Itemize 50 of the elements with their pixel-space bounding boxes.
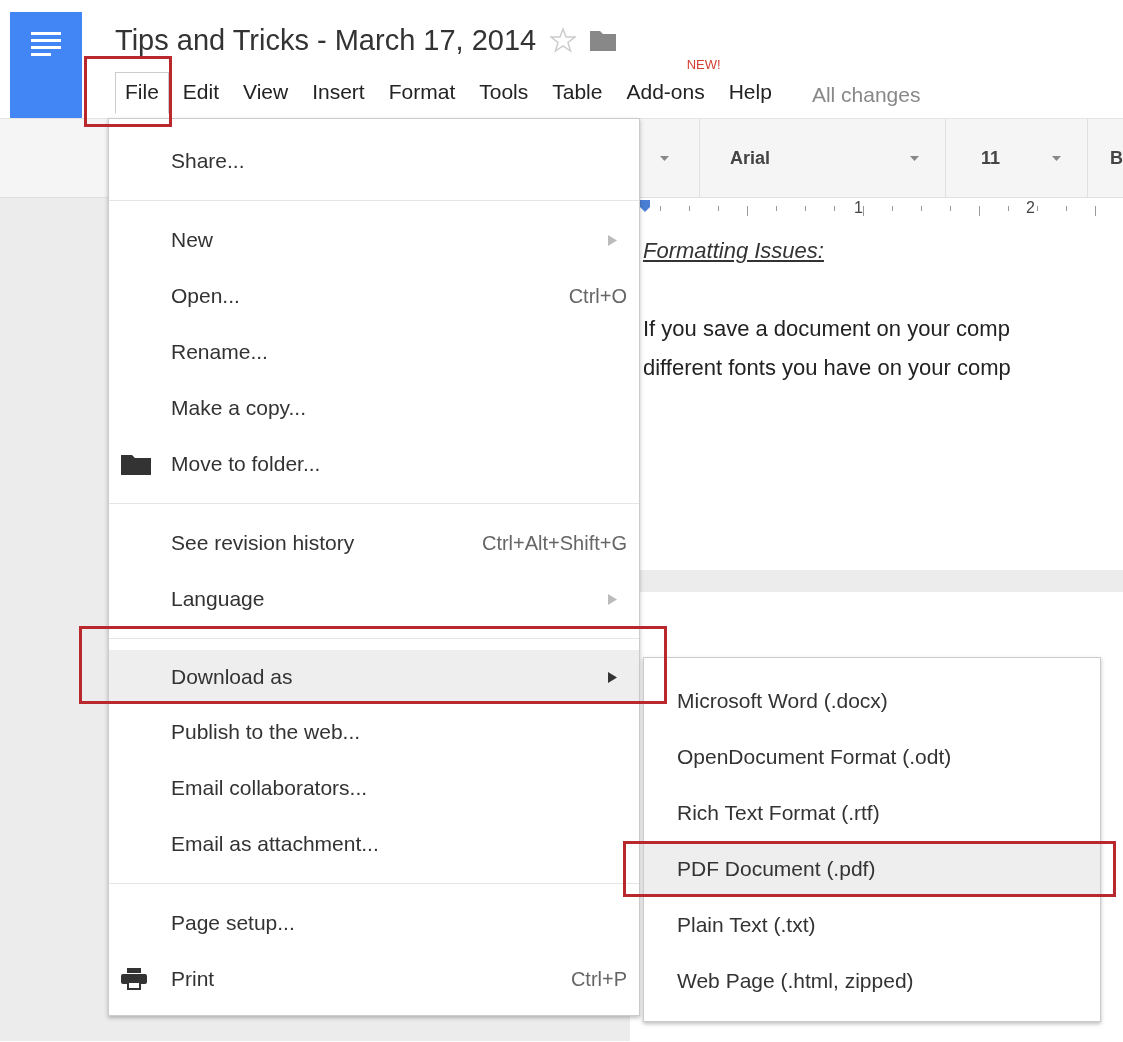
menu-item[interactable]: Insert [302, 72, 375, 114]
caret-icon [660, 155, 669, 161]
menu-item[interactable]: Format [378, 72, 466, 114]
menu-item[interactable]: Email as attachment... [109, 816, 639, 872]
document-text: different fonts you have on your comp [643, 354, 1012, 382]
menu-item[interactable]: Download as [109, 650, 639, 704]
document-heading: Formatting Issues: [643, 237, 825, 265]
shortcut-text: Ctrl+P [570, 967, 627, 992]
menu-item[interactable]: Publish to the web... [109, 704, 639, 760]
menu-item[interactable]: Table [542, 72, 613, 114]
folder-icon [121, 453, 151, 475]
menu-item[interactable]: Rich Text Format (.rtf) [644, 785, 1100, 841]
menu-item[interactable]: Web Page (.html, zipped) [644, 953, 1100, 1009]
menu-item[interactable]: Email collaborators... [109, 760, 639, 816]
menu-item[interactable]: See revision history Ctrl+Alt+Shift+G [109, 515, 639, 571]
menu-item[interactable]: Open... Ctrl+O [109, 268, 639, 324]
menu-item[interactable]: File [115, 72, 169, 114]
menu-item[interactable]: Tools [469, 72, 539, 114]
menu-item[interactable]: Rename... [109, 324, 639, 380]
save-status: All changes [810, 82, 921, 108]
bold-button[interactable]: B [1110, 144, 1123, 172]
caret-icon [910, 155, 919, 161]
ruler-number: 2 [1026, 198, 1035, 218]
new-label: NEW! [686, 58, 721, 72]
menu-item[interactable]: Add-ons [616, 72, 715, 114]
ruler-number: 1 [854, 198, 863, 218]
document-title: Tips and Tricks - March 17, 2014 [115, 23, 537, 58]
star-icon[interactable] [550, 27, 577, 53]
font-dropdown[interactable]: Arial [730, 144, 770, 172]
document-text: If you save a document on your comp [643, 315, 1011, 343]
printer-icon [121, 968, 147, 990]
menu-item[interactable]: View [233, 72, 299, 114]
menu-item[interactable]: Page setup... [109, 895, 639, 951]
menu-item[interactable]: Print Ctrl+P [109, 951, 639, 1007]
menu-item[interactable]: Microsoft Word (.docx) [644, 673, 1100, 729]
font-size-dropdown[interactable]: 11 [981, 144, 1001, 172]
shortcut-text: Ctrl+Alt+Shift+G [481, 531, 627, 556]
menu-item[interactable]: Plain Text (.txt) [644, 897, 1100, 953]
shortcut-text: Ctrl+O [568, 284, 627, 309]
menu-item[interactable]: OpenDocument Format (.odt) [644, 729, 1100, 785]
menu-item[interactable]: New [109, 212, 639, 268]
document-lines-icon [31, 32, 61, 58]
menu-item[interactable]: Make a copy... [109, 380, 639, 436]
menu-item[interactable]: Help [718, 72, 782, 114]
menu-item[interactable]: Edit [172, 72, 230, 114]
folder-icon [590, 29, 617, 51]
menu-item[interactable]: Language [109, 571, 639, 627]
menu-item[interactable]: Move to folder... [109, 436, 639, 492]
caret-icon [1052, 155, 1061, 161]
menu-item[interactable]: Share... [109, 133, 639, 189]
